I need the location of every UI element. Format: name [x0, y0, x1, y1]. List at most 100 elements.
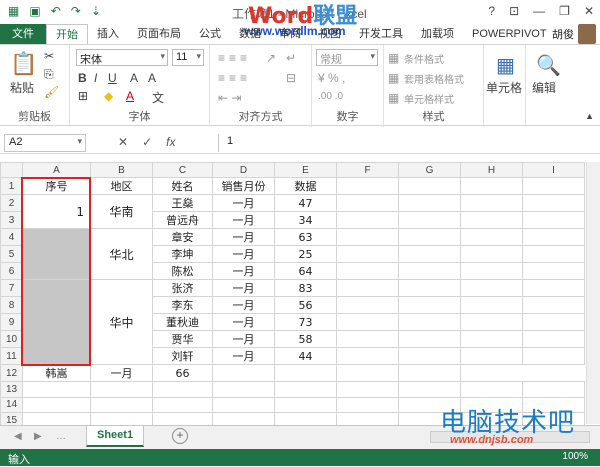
indent-icons[interactable]: ⇤ ⇥: [218, 91, 241, 105]
cell[interactable]: [212, 381, 275, 398]
user-name[interactable]: 胡俊: [552, 26, 574, 42]
cells-label[interactable]: 单元格: [486, 79, 522, 96]
cell[interactable]: [336, 211, 399, 230]
tab-developer[interactable]: 开发工具: [350, 24, 412, 44]
data-cell[interactable]: 64: [274, 262, 337, 281]
month-cell[interactable]: 一月: [212, 262, 275, 281]
close-icon[interactable]: ✕: [584, 4, 594, 18]
cell[interactable]: [522, 296, 585, 315]
restore-icon[interactable]: ❐: [559, 4, 570, 18]
cell[interactable]: [522, 347, 585, 366]
wrap-text-icon[interactable]: ↵: [286, 51, 296, 65]
cell[interactable]: [460, 313, 523, 332]
cell-styles-icon[interactable]: ▦: [388, 91, 399, 105]
redo-icon[interactable]: ↷: [71, 4, 81, 18]
cell[interactable]: [398, 313, 461, 332]
name-cell[interactable]: 陈松: [152, 262, 213, 281]
cell[interactable]: [336, 381, 399, 398]
currency-icon[interactable]: ¥ % ,: [318, 71, 345, 85]
tab-review[interactable]: 审阅: [270, 24, 310, 44]
tab-page-layout[interactable]: 页面布局: [128, 24, 190, 44]
cell[interactable]: [522, 211, 585, 230]
month-cell[interactable]: 一月: [212, 313, 275, 332]
name-cell[interactable]: 贾华: [152, 330, 213, 349]
add-sheet-icon[interactable]: +: [172, 428, 188, 444]
data-cell[interactable]: 34: [274, 211, 337, 230]
font-shrink-icon[interactable]: A: [148, 71, 156, 85]
enter-icon[interactable]: ✓: [142, 135, 152, 149]
header-cell[interactable]: 姓名: [152, 177, 213, 196]
month-cell[interactable]: 一月: [212, 245, 275, 264]
month-cell[interactable]: 一月: [212, 211, 275, 230]
cell[interactable]: [522, 279, 585, 298]
cell[interactable]: [274, 364, 337, 383]
cell[interactable]: [152, 381, 213, 398]
month-cell[interactable]: 一月: [212, 330, 275, 349]
column-header-g[interactable]: G: [398, 161, 461, 179]
zoom-level[interactable]: 100%: [562, 451, 588, 462]
bold-icon[interactable]: B: [78, 71, 87, 85]
cell[interactable]: [398, 177, 461, 196]
name-cell[interactable]: 刘轩: [152, 347, 213, 366]
cell[interactable]: [460, 211, 523, 230]
font-size-combo[interactable]: 11: [172, 49, 204, 66]
month-cell[interactable]: 一月: [212, 194, 275, 213]
cell[interactable]: [22, 381, 91, 398]
row-header[interactable]: 5: [0, 245, 23, 264]
cell[interactable]: [90, 396, 153, 413]
data-cell[interactable]: 63: [274, 228, 337, 247]
data-cell[interactable]: 58: [274, 330, 337, 349]
data-cell[interactable]: 66: [152, 364, 213, 383]
minimize-icon[interactable]: —: [533, 4, 545, 18]
avatar[interactable]: [578, 24, 596, 44]
row-header[interactable]: 11: [0, 347, 23, 366]
cell[interactable]: [336, 313, 399, 332]
format-table-icon[interactable]: ▦: [388, 71, 399, 85]
horizontal-align-icons[interactable]: ≡≡≡: [218, 71, 251, 85]
data-cell[interactable]: 47: [274, 194, 337, 213]
row-header[interactable]: 6: [0, 262, 23, 281]
data-cell[interactable]: 83: [274, 279, 337, 298]
cell[interactable]: [274, 381, 337, 398]
vertical-scrollbar[interactable]: [586, 162, 600, 424]
row-header[interactable]: 8: [0, 296, 23, 315]
cell[interactable]: [336, 396, 399, 413]
font-grow-icon[interactable]: A: [130, 71, 138, 85]
cell[interactable]: [212, 396, 275, 413]
header-cell[interactable]: 地区: [90, 177, 153, 196]
merged-cell-a[interactable]: [22, 279, 91, 366]
name-cell[interactable]: 李东: [152, 296, 213, 315]
cell[interactable]: [398, 194, 461, 213]
cell[interactable]: [398, 228, 461, 247]
cell[interactable]: [398, 296, 461, 315]
cell[interactable]: [336, 245, 399, 264]
cancel-icon[interactable]: ✕: [118, 135, 128, 149]
tab-formulas[interactable]: 公式: [190, 24, 230, 44]
format-painter-icon[interactable]: 🖌: [44, 85, 59, 99]
cell[interactable]: [398, 381, 461, 398]
cell[interactable]: [398, 262, 461, 281]
customize-qat-icon[interactable]: ⇣: [91, 4, 101, 18]
italic-icon[interactable]: I: [94, 71, 97, 85]
copy-icon[interactable]: ⎘: [44, 67, 54, 82]
font-name-combo[interactable]: 宋体: [76, 49, 168, 66]
cell[interactable]: [336, 296, 399, 315]
cell[interactable]: [522, 228, 585, 247]
cell[interactable]: [336, 364, 399, 383]
cell[interactable]: [336, 330, 399, 349]
cell[interactable]: [522, 381, 585, 398]
cell[interactable]: [398, 211, 461, 230]
prev-sheet-icon[interactable]: ◀: [14, 431, 22, 442]
merged-cell-a[interactable]: [22, 228, 91, 281]
formula-input[interactable]: 1: [218, 134, 596, 152]
cell[interactable]: [460, 262, 523, 281]
cell[interactable]: [522, 262, 585, 281]
row-header[interactable]: 1: [0, 177, 23, 196]
cell[interactable]: [22, 396, 91, 413]
collapse-ribbon-icon[interactable]: ▲: [585, 111, 594, 121]
name-cell[interactable]: 李坤: [152, 245, 213, 264]
cell[interactable]: [398, 245, 461, 264]
phonetic-icon[interactable]: 文: [152, 89, 164, 106]
paste-label[interactable]: 粘贴: [10, 79, 34, 96]
column-header-h[interactable]: H: [460, 161, 523, 179]
